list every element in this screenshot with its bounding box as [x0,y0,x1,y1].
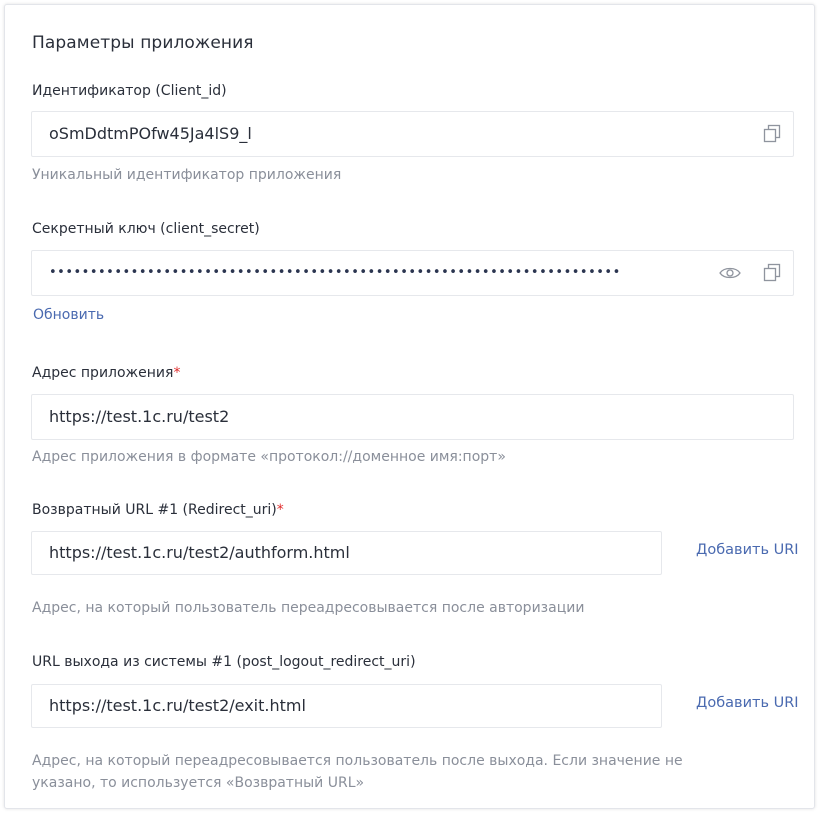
logout-uri-hint: Адрес, на который переадресовывается пол… [32,750,752,794]
app-address-hint: Адрес приложения в формате «протокол://д… [32,449,506,465]
logout-uri-value: https://test.1c.ru/test2/exit.html [49,696,306,715]
client-id-hint: Уникальный идентификатор приложения [32,167,342,183]
logout-uri-hint-line1: Адрес, на который переадресовывается пол… [32,753,683,769]
client-id-label: Идентификатор (Client_id) [32,83,227,99]
copy-icon[interactable] [762,263,784,283]
client-id-field[interactable]: oSmDdtmPOfw45Ja4lS9_l [31,111,794,157]
logout-uri-label: URL выхода из системы #1 (post_logout_re… [32,654,416,670]
app-address-label-text: Адрес приложения [32,365,174,381]
redirect-uri-label-text: Возвратный URL #1 (Redirect_uri) [32,502,277,518]
section-title: Параметры приложения [32,33,254,53]
required-mark: * [276,502,284,518]
app-address-input[interactable]: https://test.1c.ru/test2 [31,394,794,440]
client-id-value: oSmDdtmPOfw45Ja4lS9_l [49,124,252,143]
copy-icon[interactable] [762,124,784,144]
client-secret-masked-value: ••••••••••••••••••••••••••••••••••••••••… [49,265,621,280]
logout-uri-hint-line2: указано, то используется «Возвратный URL… [32,775,365,791]
redirect-uri-input[interactable]: https://test.1c.ru/test2/authform.html [31,531,662,575]
logout-uri-input[interactable]: https://test.1c.ru/test2/exit.html [31,684,662,728]
redirect-uri-label: Возвратный URL #1 (Redirect_uri)* [32,502,284,518]
redirect-uri-hint: Адрес, на который пользователь переадрес… [32,600,585,616]
app-address-label: Адрес приложения* [32,365,180,381]
app-address-value: https://test.1c.ru/test2 [49,407,230,426]
eye-icon[interactable] [718,263,741,283]
refresh-secret-link[interactable]: Обновить [33,307,104,323]
redirect-uri-value: https://test.1c.ru/test2/authform.html [49,543,350,562]
client-secret-label: Секретный ключ (client_secret) [32,221,260,237]
add-redirect-uri-link[interactable]: Добавить URI [696,542,799,558]
add-logout-uri-link[interactable]: Добавить URI [696,695,799,711]
required-mark: * [173,365,181,381]
client-secret-field[interactable]: ••••••••••••••••••••••••••••••••••••••••… [31,250,794,296]
